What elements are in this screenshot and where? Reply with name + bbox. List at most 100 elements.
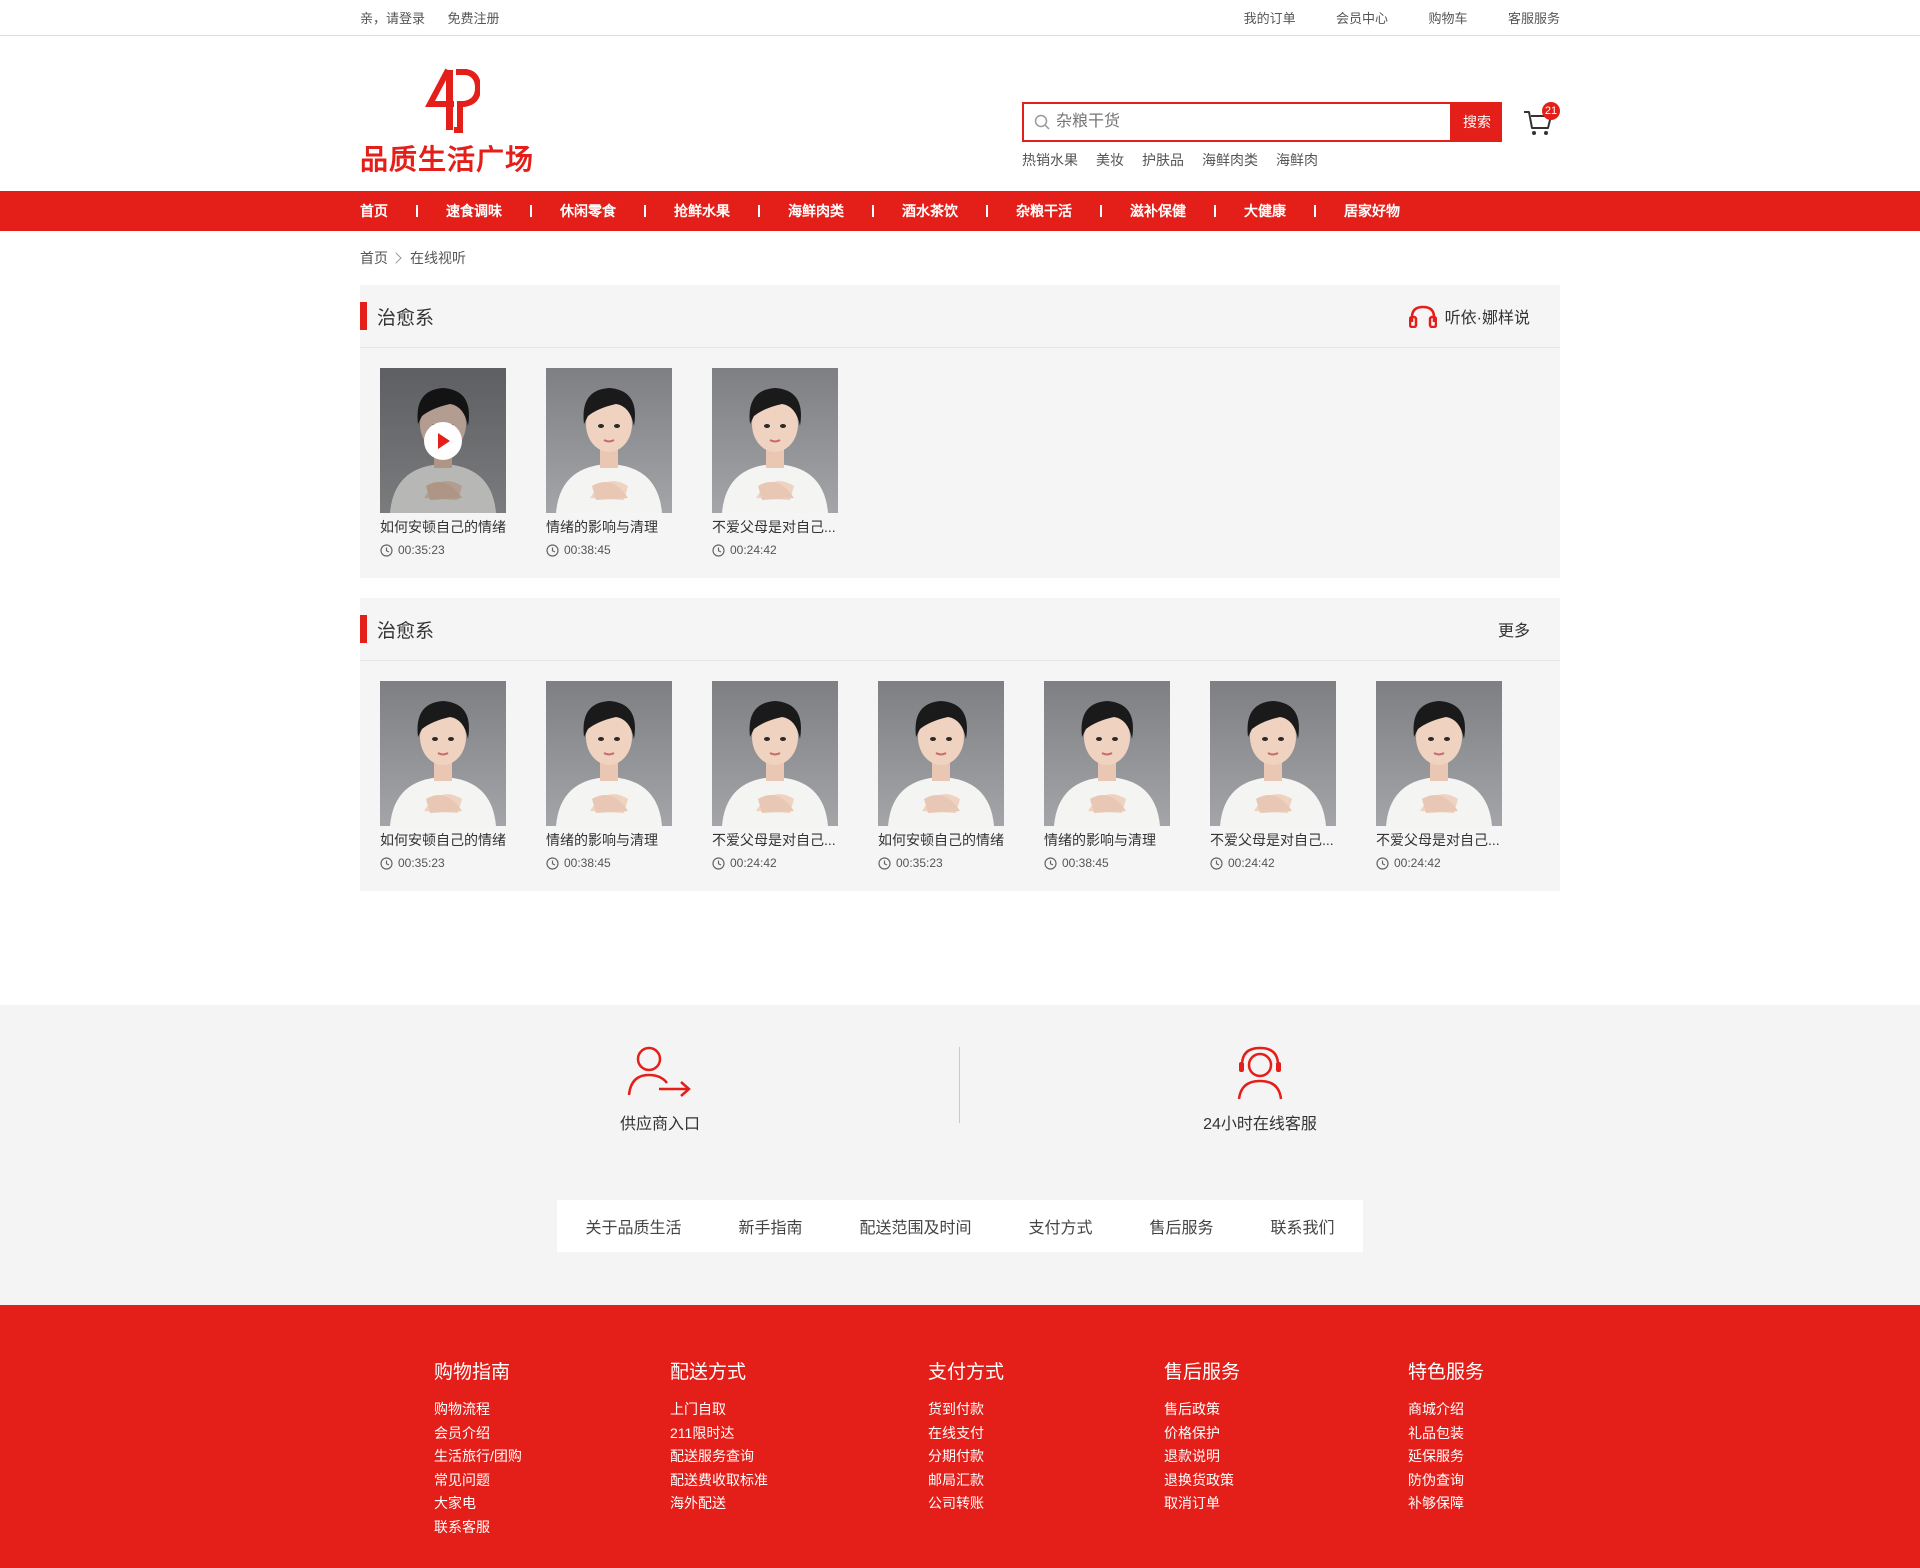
footer-link[interactable]: 商城介绍: [1408, 1398, 1484, 1422]
footer-link[interactable]: 上门自取: [670, 1398, 768, 1422]
video-card[interactable]: 不爱父母是对自己... 00:24:42: [712, 681, 838, 891]
nav-item-home-goods[interactable]: 居家好物: [1344, 201, 1400, 221]
video-title[interactable]: 不爱父母是对自己...: [1210, 830, 1336, 850]
contact-link[interactable]: 联系我们: [1270, 1214, 1334, 1238]
footer-link[interactable]: 退款说明: [1164, 1445, 1240, 1469]
podcast-link[interactable]: 听依·娜样说: [1408, 304, 1530, 328]
video-card[interactable]: 情绪的影响与清理 00:38:45: [1044, 681, 1170, 891]
online-support-label: 24小时在线客服: [1203, 1116, 1317, 1133]
footer-link[interactable]: 补够保障: [1408, 1492, 1484, 1516]
duration-text: 00:24:42: [730, 543, 777, 557]
hot-keyword[interactable]: 海鲜肉: [1276, 150, 1318, 170]
search-box[interactable]: [1022, 102, 1452, 142]
online-support[interactable]: 24小时在线客服: [1160, 1045, 1360, 1134]
video-thumbnail[interactable]: [1210, 681, 1336, 826]
search-input[interactable]: [1054, 112, 1418, 132]
video-thumbnail[interactable]: [380, 681, 506, 826]
footer-link[interactable]: 售后政策: [1164, 1398, 1240, 1422]
footer-link[interactable]: 211限时达: [670, 1422, 768, 1446]
video-card[interactable]: 如何安顿自己的情绪 00:35:23: [380, 681, 506, 891]
supplier-entry[interactable]: 供应商入口: [560, 1045, 760, 1134]
more-link[interactable]: 更多: [1498, 617, 1530, 641]
video-title[interactable]: 情绪的影响与清理: [546, 517, 672, 537]
video-title[interactable]: 不爱父母是对自己...: [712, 517, 838, 537]
logo[interactable]: 品质生活广场: [360, 66, 540, 176]
podcast-link-label: 听依·娜样说: [1444, 310, 1530, 327]
hot-keyword[interactable]: 海鲜肉类: [1202, 150, 1258, 170]
video-thumbnail[interactable]: [380, 368, 506, 513]
footer-link[interactable]: 退换货政策: [1164, 1469, 1240, 1493]
footer-link[interactable]: 防伪查询: [1408, 1469, 1484, 1493]
my-orders-link[interactable]: 我的订单: [1244, 11, 1296, 26]
footer-link[interactable]: 生活旅行/团购: [434, 1445, 522, 1469]
video-card[interactable]: 不爱父母是对自己... 00:24:42: [712, 368, 838, 578]
cart-button[interactable]: 21: [1522, 102, 1560, 142]
video-thumbnail[interactable]: [546, 681, 672, 826]
nav-item-fruits[interactable]: 抢鲜水果: [674, 201, 730, 221]
footer-link[interactable]: 邮局汇款: [928, 1469, 1004, 1493]
footer-link[interactable]: 取消订单: [1164, 1492, 1240, 1516]
clock-icon: [712, 856, 725, 870]
nav-item-home[interactable]: 首页: [360, 201, 388, 221]
nav-item-seafood[interactable]: 海鲜肉类: [788, 201, 844, 221]
video-card[interactable]: 如何安顿自己的情绪 00:35:23: [380, 368, 506, 578]
footer-link[interactable]: 联系客服: [434, 1516, 522, 1540]
footer-link[interactable]: 大家电: [434, 1492, 522, 1516]
breadcrumb-home[interactable]: 首页: [360, 248, 388, 268]
video-title[interactable]: 情绪的影响与清理: [546, 830, 672, 850]
footer-link[interactable]: 配送费收取标准: [670, 1469, 768, 1493]
video-thumbnail[interactable]: [546, 368, 672, 513]
video-card[interactable]: 如何安顿自己的情绪 00:35:23: [878, 681, 1004, 891]
video-card[interactable]: 情绪的影响与清理 00:38:45: [546, 368, 672, 578]
footer-link[interactable]: 公司转账: [928, 1492, 1004, 1516]
after-sales-link[interactable]: 售后服务: [1149, 1214, 1213, 1238]
footer-link[interactable]: 延保服务: [1408, 1445, 1484, 1469]
footer-link[interactable]: 配送服务查询: [670, 1445, 768, 1469]
member-center-link[interactable]: 会员中心: [1336, 11, 1388, 26]
video-title[interactable]: 不爱父母是对自己...: [712, 830, 838, 850]
delivery-range-link[interactable]: 配送范围及时间: [859, 1214, 971, 1238]
title-accent-bar: [360, 302, 367, 330]
footer-link[interactable]: 在线支付: [928, 1422, 1004, 1446]
nav-item-snacks[interactable]: 休闲零食: [560, 201, 616, 221]
video-thumbnail[interactable]: [1044, 681, 1170, 826]
footer-link[interactable]: 常见问题: [434, 1469, 522, 1493]
video-title[interactable]: 不爱父母是对自己...: [1376, 830, 1502, 850]
footer-link[interactable]: 会员介绍: [434, 1422, 522, 1446]
video-thumbnail[interactable]: [878, 681, 1004, 826]
footer-link[interactable]: 购物流程: [434, 1398, 522, 1422]
login-link[interactable]: 亲，请登录: [360, 11, 425, 26]
footer-link[interactable]: 货到付款: [928, 1398, 1004, 1422]
nav-item-drinks[interactable]: 酒水茶饮: [902, 201, 958, 221]
about-link[interactable]: 关于品质生活: [585, 1214, 681, 1238]
hot-keyword[interactable]: 护肤品: [1142, 150, 1184, 170]
video-title[interactable]: 如何安顿自己的情绪: [380, 830, 506, 850]
nav-item-instant-food[interactable]: 速食调味: [446, 201, 502, 221]
search-button[interactable]: 搜索: [1452, 102, 1502, 142]
footer-link[interactable]: 分期付款: [928, 1445, 1004, 1469]
nav-item-grains[interactable]: 杂粮干活: [1016, 201, 1072, 221]
footer-link[interactable]: 价格保护: [1164, 1422, 1240, 1446]
video-card[interactable]: 情绪的影响与清理 00:38:45: [546, 681, 672, 891]
play-button[interactable]: [424, 422, 462, 460]
video-card[interactable]: 不爱父母是对自己... 00:24:42: [1210, 681, 1336, 891]
video-title[interactable]: 情绪的影响与清理: [1044, 830, 1170, 850]
video-thumbnail[interactable]: [1376, 681, 1502, 826]
video-title[interactable]: 如何安顿自己的情绪: [878, 830, 1004, 850]
hot-keyword[interactable]: 美妆: [1096, 150, 1124, 170]
video-thumbnail[interactable]: [712, 681, 838, 826]
video-card[interactable]: 不爱父母是对自己... 00:24:42: [1376, 681, 1502, 891]
register-link[interactable]: 免费注册: [447, 11, 499, 26]
payment-link[interactable]: 支付方式: [1028, 1214, 1092, 1238]
footer-link[interactable]: 礼品包装: [1408, 1422, 1484, 1446]
video-thumbnail[interactable]: [712, 368, 838, 513]
nav-item-health[interactable]: 大健康: [1244, 201, 1286, 221]
nav-item-supplements[interactable]: 滋补保健: [1130, 201, 1186, 221]
cart-link[interactable]: 购物车: [1429, 11, 1468, 26]
guide-link[interactable]: 新手指南: [738, 1214, 802, 1238]
customer-service-link[interactable]: 客服服务: [1508, 11, 1560, 26]
title-accent-bar: [360, 615, 367, 643]
video-title[interactable]: 如何安顿自己的情绪: [380, 517, 506, 537]
hot-keyword[interactable]: 热销水果: [1022, 150, 1078, 170]
footer-link[interactable]: 海外配送: [670, 1492, 768, 1516]
